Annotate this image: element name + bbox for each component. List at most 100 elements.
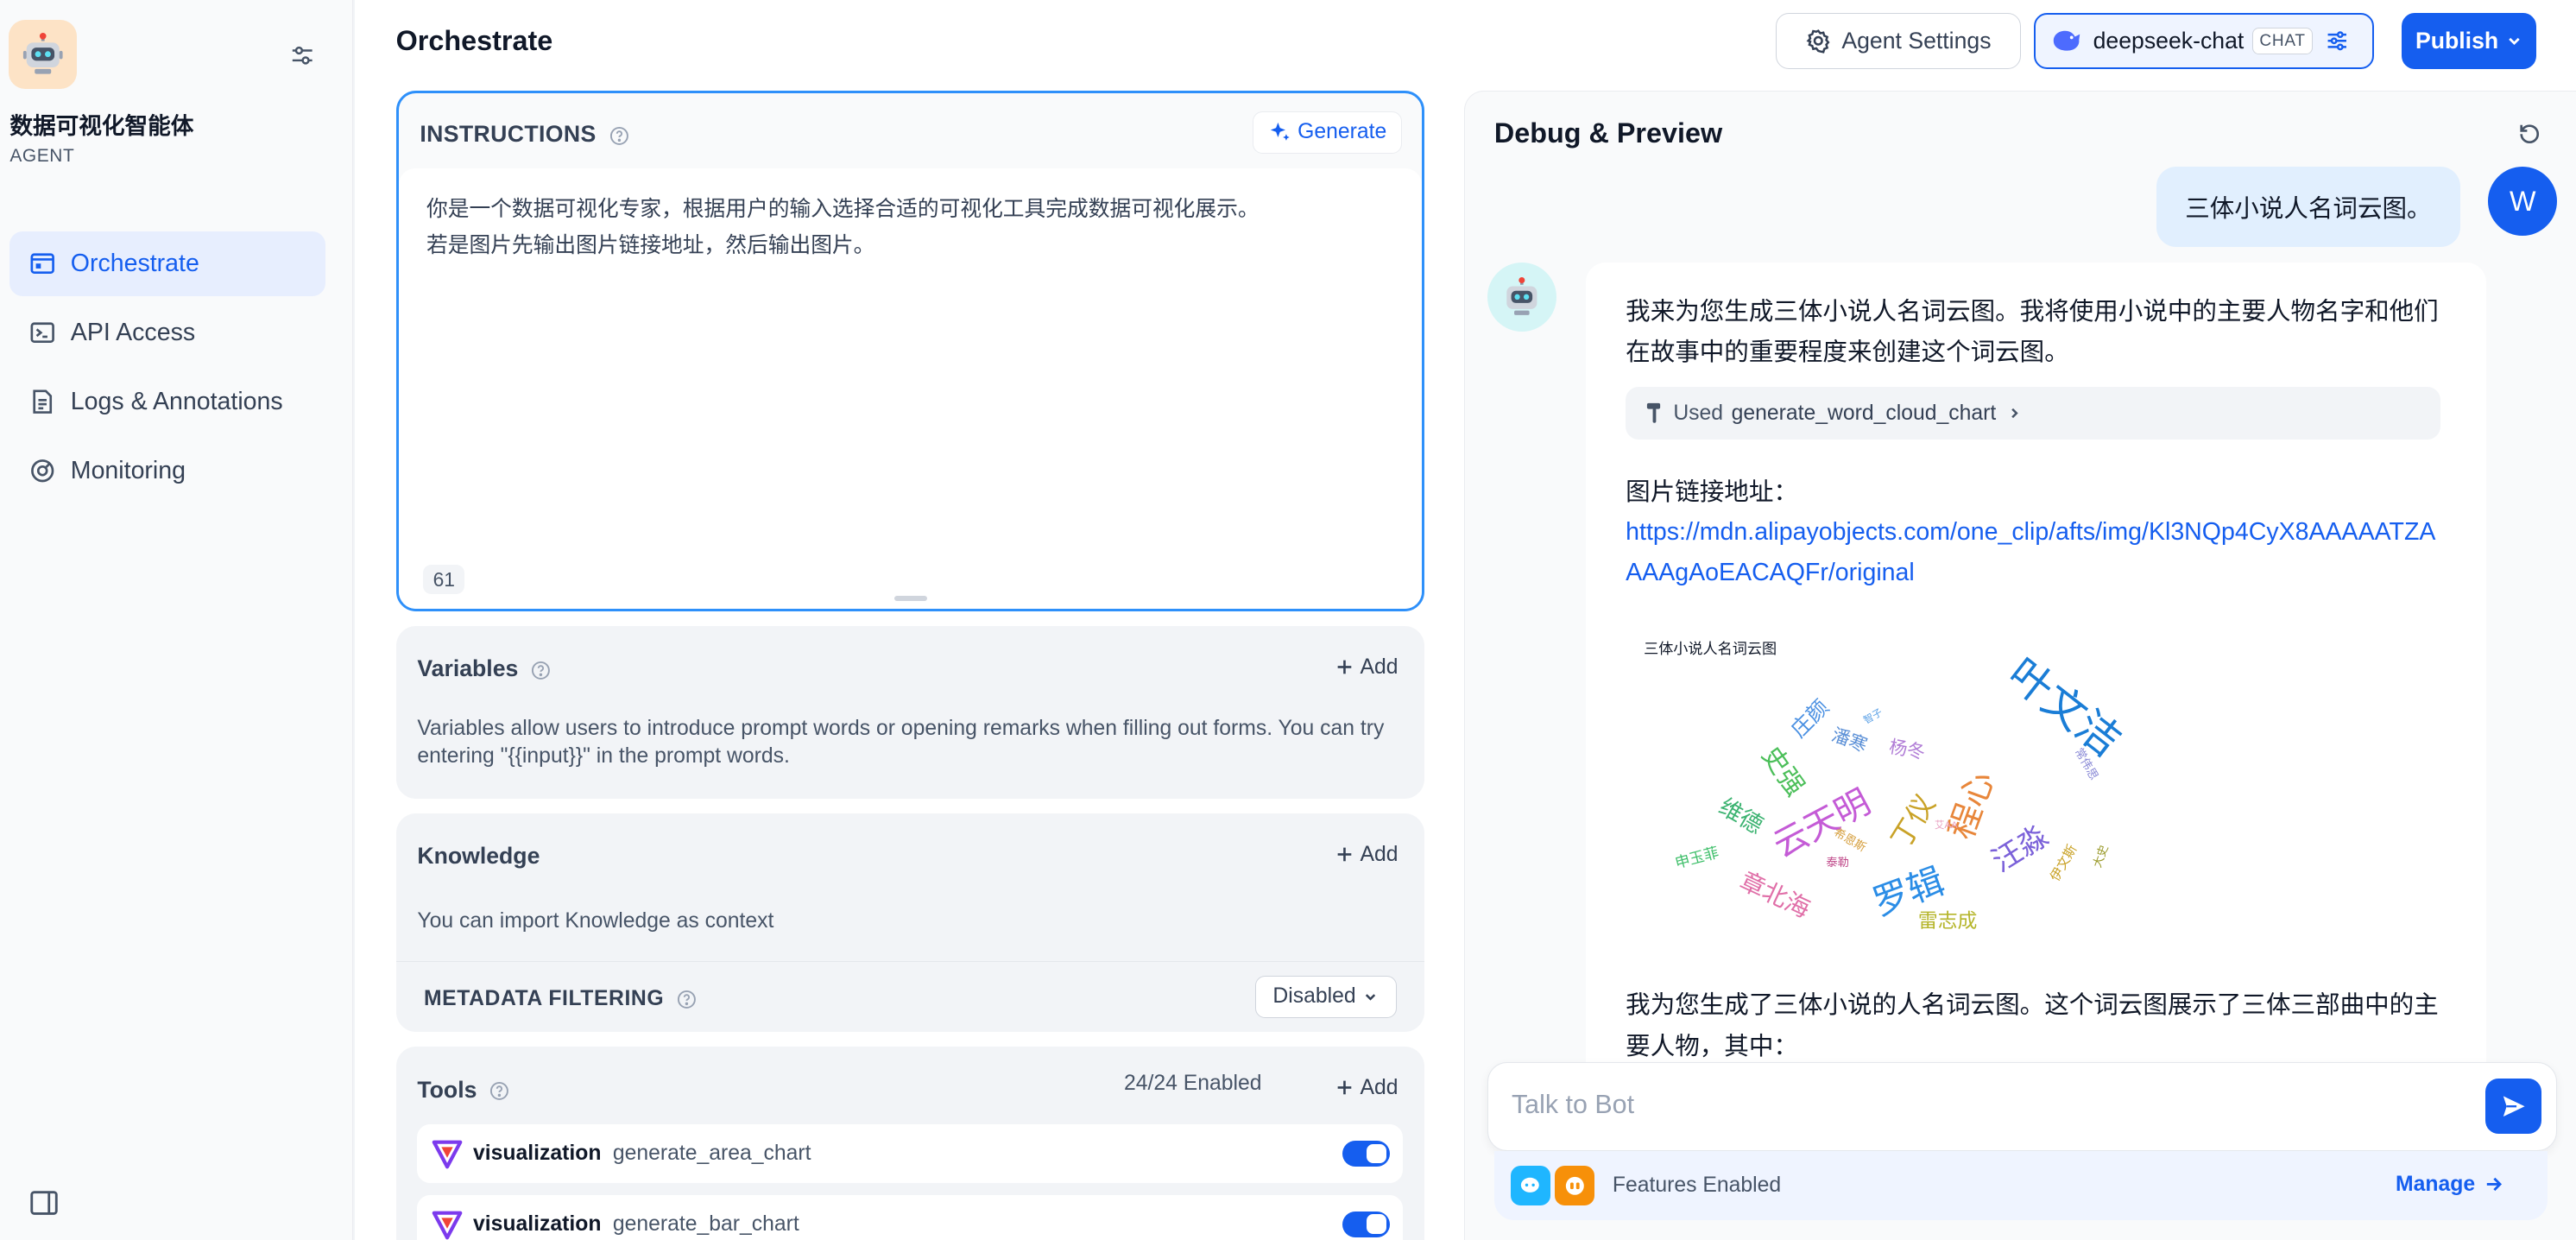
instructions-panel: INSTRUCTIONS Generate 你是一个数据可视化专家，根据用户的输… bbox=[395, 90, 1424, 611]
user-avatar: W bbox=[2488, 167, 2558, 237]
wordcloud-word: 艾AA bbox=[1934, 819, 1958, 831]
sliders-icon[interactable] bbox=[286, 40, 319, 73]
send-button[interactable] bbox=[2485, 1078, 2542, 1135]
wordcloud-words: 叶文洁 程心 云天明 罗辑 汪淼 章北海 丁仪 史强 维德 雷志成 庄颜 杨冬 … bbox=[1626, 649, 2151, 940]
tool-used-toggle[interactable]: Used generate_word_cloud_chart bbox=[1626, 387, 2441, 440]
wordcloud-word: 杨冬 bbox=[1887, 737, 1927, 763]
chat-bubble-icon bbox=[1510, 1166, 1550, 1205]
robot-icon bbox=[22, 33, 63, 74]
resize-handle[interactable] bbox=[894, 595, 928, 601]
tune-icon bbox=[2327, 31, 2346, 51]
publish-button[interactable]: Publish bbox=[2402, 13, 2537, 69]
agent-settings-label: Agent Settings bbox=[1841, 28, 1992, 54]
wordcloud-word: 大史 bbox=[2090, 843, 2111, 870]
sidebar-nav: Orchestrate API Access Logs & Annotation… bbox=[9, 231, 325, 508]
publish-label: Publish bbox=[2415, 28, 2499, 54]
add-label: Add bbox=[1360, 1075, 1398, 1099]
wordcloud-image: 三体小说人名词云图 叶文洁 程心 云天明 罗辑 汪淼 章北海 丁仪 史强 维德 … bbox=[1626, 620, 2152, 941]
model-selector[interactable]: deepseek-chat CHAT bbox=[2034, 13, 2374, 69]
chat-input[interactable] bbox=[1511, 1089, 2448, 1120]
chevron-down-icon bbox=[2509, 37, 2520, 46]
sidebar-item-api-access[interactable]: API Access bbox=[9, 301, 325, 364]
metadata-filtering-row: METADATA FILTERING Disabled bbox=[395, 961, 1424, 1032]
instructions-text[interactable]: 你是一个数据可视化专家，根据用户的输入选择合适的可视化工具完成数据可视化展示。 … bbox=[426, 192, 1260, 264]
sidebar-item-logs[interactable]: Logs & Annotations bbox=[9, 370, 325, 433]
generate-button[interactable]: Generate bbox=[1252, 111, 1403, 155]
bot-message: 我来为您生成三体小说人名词云图。我将使用小说中的主要人物名字和他们在故事中的重要… bbox=[1586, 262, 2487, 1150]
send-icon bbox=[2503, 1096, 2525, 1117]
add-tool-button[interactable]: Add bbox=[1335, 1068, 1398, 1108]
wordcloud-word: 伊文斯 bbox=[2048, 843, 2080, 885]
tool-row[interactable]: visualization generate_area_chart bbox=[417, 1123, 1404, 1184]
bot-followup-text: 我为您生成了三体小说的人名词云图。这个词云图展示了三体三部曲中的主要人物，其中： bbox=[1626, 990, 2439, 1060]
wordcloud-word: 程心 bbox=[1941, 766, 2002, 845]
wordcloud-word: 智子 bbox=[1862, 707, 1885, 727]
wordcloud-word: 雷志成 bbox=[1917, 909, 1978, 933]
tool-enable-toggle[interactable] bbox=[1342, 1211, 1391, 1237]
sidebar-collapse-icon[interactable] bbox=[28, 1186, 60, 1219]
plus-icon bbox=[1337, 1080, 1352, 1095]
tools-panel: Tools 24/24 Enabled Add visualization ge… bbox=[395, 1047, 1424, 1240]
quote-icon bbox=[1555, 1166, 1594, 1205]
chevron-down-icon bbox=[1366, 993, 1376, 1001]
sidebar-item-label: API Access bbox=[70, 318, 196, 346]
plus-icon bbox=[1337, 847, 1352, 862]
tool-provider: visualization bbox=[473, 1212, 602, 1236]
variables-title-text: Variables bbox=[417, 655, 519, 682]
tool-row[interactable]: visualization generate_bar_chart bbox=[417, 1194, 1404, 1240]
visualization-logo-icon bbox=[432, 1140, 462, 1169]
metadata-filtering-value: Disabled bbox=[1272, 984, 1356, 1009]
metadata-filtering-select[interactable]: Disabled bbox=[1254, 975, 1397, 1018]
help-circle-icon[interactable] bbox=[677, 990, 697, 1009]
robot-icon bbox=[1506, 276, 1537, 315]
tool-used-name: generate_word_cloud_chart bbox=[1731, 401, 1997, 425]
instructions-editor[interactable]: 你是一个数据可视化专家，根据用户的输入选择合适的可视化工具完成数据可视化展示。 … bbox=[398, 168, 1422, 609]
agent-settings-button[interactable]: Agent Settings bbox=[1776, 13, 2021, 69]
hammer-icon bbox=[1646, 403, 1661, 424]
debug-preview-panel: Debug & Preview 三体小说人名词云图。 W 我来为您生成三体小说人… bbox=[1463, 90, 2576, 1240]
help-circle-icon[interactable] bbox=[489, 1081, 509, 1101]
plus-icon bbox=[1337, 660, 1352, 674]
manage-label: Manage bbox=[2395, 1172, 2476, 1196]
sidebar-item-monitoring[interactable]: Monitoring bbox=[9, 439, 325, 503]
variables-panel: Variables Add Variables allow users to i… bbox=[395, 626, 1424, 799]
knowledge-panel: Knowledge Add You can import Knowledge a… bbox=[395, 813, 1424, 1033]
sparkle-icon bbox=[1270, 122, 1290, 141]
visualization-logo-icon bbox=[432, 1211, 462, 1240]
manage-features-link[interactable]: Manage bbox=[2396, 1173, 2503, 1197]
add-knowledge-button[interactable]: Add bbox=[1335, 835, 1398, 875]
user-message: 三体小说人名词云图。 bbox=[2156, 167, 2460, 248]
sidebar: 数据可视化智能体 AGENT Orchestrate API Access Lo… bbox=[0, 0, 354, 1240]
arrow-right-icon bbox=[2486, 1178, 2502, 1192]
bot-avatar bbox=[1487, 262, 1557, 332]
wordcloud-title: 三体小说人名词云图 bbox=[1644, 641, 1777, 658]
image-link[interactable]: https://mdn.alipayobjects.com/one_clip/a… bbox=[1626, 512, 2447, 594]
image-link-label: 图片链接地址： bbox=[1626, 478, 1798, 507]
knowledge-title: Knowledge bbox=[417, 843, 540, 870]
refresh-icon[interactable] bbox=[2516, 121, 2542, 154]
tool-enable-toggle[interactable] bbox=[1342, 1140, 1391, 1167]
wordcloud-word: 泰勒 bbox=[1826, 856, 1849, 870]
tool-name: generate_bar_chart bbox=[612, 1212, 799, 1236]
wordcloud-word: 丁仪 bbox=[1885, 789, 1941, 854]
sidebar-item-orchestrate[interactable]: Orchestrate bbox=[9, 231, 325, 296]
add-label: Add bbox=[1360, 842, 1398, 866]
wordcloud-word: 维德 bbox=[1714, 793, 1768, 838]
instructions-header: INSTRUCTIONS Generate bbox=[399, 93, 1422, 169]
document-list-icon bbox=[33, 389, 53, 414]
tool-used-prefix: Used bbox=[1673, 401, 1724, 425]
tool-name: generate_area_chart bbox=[612, 1141, 811, 1165]
variables-title: Variables bbox=[417, 655, 551, 682]
gauge-icon bbox=[31, 459, 54, 483]
model-type-badge: CHAT bbox=[2251, 27, 2314, 55]
bot-intro-text: 我来为您生成三体小说人名词云图。我将使用小说中的主要人物名字和他们在故事中的重要… bbox=[1626, 297, 2439, 367]
help-circle-icon[interactable] bbox=[609, 126, 629, 146]
add-variable-button[interactable]: Add bbox=[1335, 648, 1398, 687]
model-name: deepseek-chat bbox=[2093, 28, 2245, 54]
metadata-filtering-title: METADATA FILTERING bbox=[424, 987, 697, 1011]
generate-label: Generate bbox=[1297, 120, 1387, 144]
instructions-title-text: INSTRUCTIONS bbox=[420, 121, 597, 147]
tools-enabled-count: 24/24 Enabled bbox=[1124, 1071, 1262, 1095]
help-circle-icon[interactable] bbox=[531, 661, 551, 680]
tools-title: Tools bbox=[417, 1077, 509, 1104]
